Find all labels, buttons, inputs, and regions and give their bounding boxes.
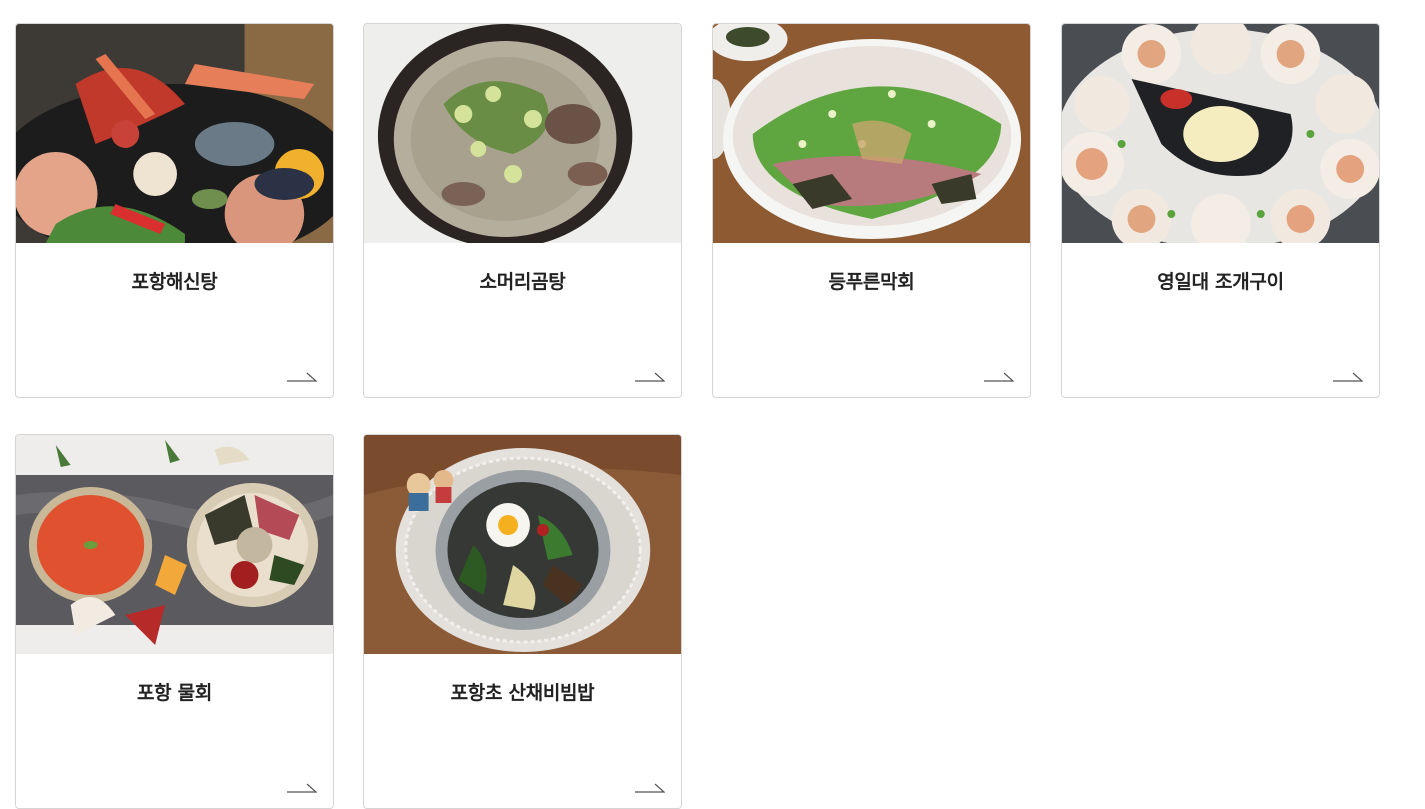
arrow-right-icon	[287, 370, 317, 382]
food-card-2[interactable]: 소머리곰탕	[363, 23, 682, 398]
food-card-3[interactable]: 등푸른막회	[712, 23, 1031, 398]
grilled-scallops-image	[1062, 24, 1379, 243]
food-card-title: 포항초 산채비빔밥	[450, 682, 595, 704]
food-card-title: 포항해신탕	[131, 271, 218, 293]
food-card-4[interactable]: 영일대 조개구이	[1061, 23, 1380, 398]
food-card-1[interactable]: 포항해신탕	[15, 23, 334, 398]
food-card-title: 영일대 조개구이	[1157, 271, 1284, 293]
arrow-right-icon	[1333, 370, 1363, 382]
arrow-right-icon	[984, 370, 1014, 382]
seafood-hotpot-image	[16, 24, 333, 243]
food-card-title: 포항 물회	[136, 682, 213, 704]
arrow-right-icon	[287, 781, 317, 793]
sliced-raw-fish-image	[713, 24, 1030, 243]
food-card-title: 소머리곰탕	[479, 271, 566, 293]
food-card-6[interactable]: 포항초 산채비빔밥	[363, 434, 682, 809]
beef-head-soup-image	[364, 24, 681, 243]
food-card-title: 등푸른막회	[828, 271, 915, 293]
arrow-right-icon	[635, 781, 665, 793]
cold-raw-fish-soup-image	[16, 435, 333, 654]
arrow-right-icon	[635, 370, 665, 382]
food-card-5[interactable]: 포항 물회	[15, 434, 334, 809]
vegetable-bibimbap-image	[364, 435, 681, 654]
